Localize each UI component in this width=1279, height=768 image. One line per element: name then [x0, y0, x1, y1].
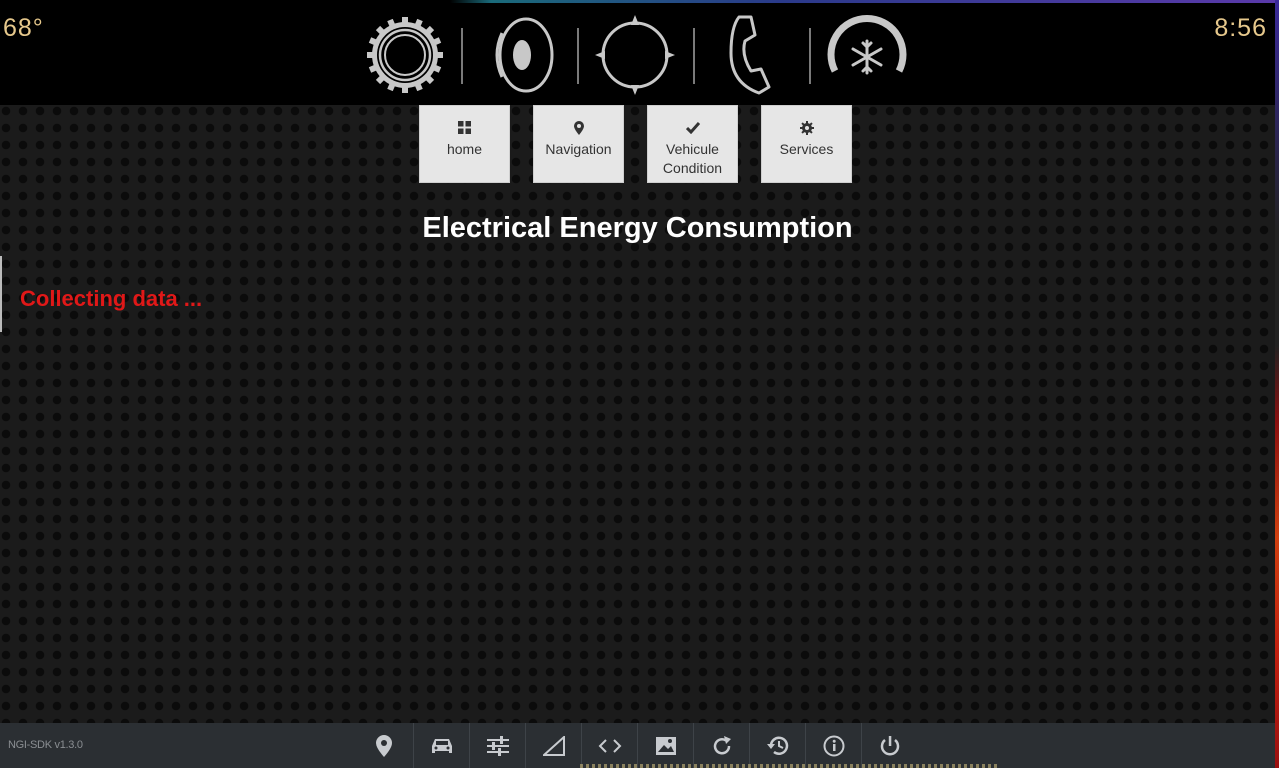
history-icon[interactable] — [749, 723, 805, 768]
bottom-toolbar: NGI-SDK v1.3.0 — [0, 723, 1275, 768]
map-marker-icon — [534, 121, 623, 137]
audio-speaker-icon[interactable] — [474, 10, 564, 100]
settings-dial-icon[interactable] — [360, 10, 450, 100]
navigation-compass-icon[interactable] — [590, 10, 680, 100]
icon-separator — [809, 28, 811, 84]
phone-icon[interactable] — [706, 10, 796, 100]
sliders-icon[interactable] — [469, 723, 525, 768]
page-title: Electrical Energy Consumption — [422, 212, 853, 244]
info-icon[interactable] — [805, 723, 861, 768]
icon-separator — [461, 28, 463, 84]
nav-services-label: Services — [779, 141, 834, 157]
car-icon[interactable] — [413, 723, 469, 768]
location-pin-icon[interactable] — [356, 723, 411, 768]
grid-icon — [420, 121, 509, 137]
signal-icon[interactable] — [525, 723, 581, 768]
power-icon[interactable] — [861, 723, 917, 768]
nav-services-button[interactable]: Services — [761, 105, 852, 183]
window-edge-glow — [1275, 0, 1279, 768]
outside-temperature: 68° — [3, 14, 44, 42]
clock: 8:56 — [1214, 14, 1267, 42]
icon-separator — [577, 28, 579, 84]
status-message: Collecting data ... — [20, 286, 203, 311]
nav-home-label: home — [446, 141, 483, 157]
refresh-icon[interactable] — [693, 723, 749, 768]
code-icon[interactable] — [581, 723, 637, 768]
sdk-version: NGI-SDK v1.3.0 — [8, 739, 83, 751]
top-status-bar: 68° 8:56 — [0, 0, 1275, 105]
loading-indicator — [580, 764, 1000, 768]
nav-navigation-button[interactable]: Navigation — [533, 105, 624, 183]
checkmark-icon — [648, 121, 737, 137]
main-content-area — [0, 105, 1275, 723]
nav-vehicle-condition-button[interactable]: Vehicule Condition — [647, 105, 738, 183]
nav-navigation-label: Navigation — [545, 141, 612, 157]
nav-vehicle-condition-label-2: Condition — [662, 160, 723, 176]
gear-icon — [762, 121, 851, 137]
climate-snowflake-icon[interactable] — [822, 10, 912, 100]
icon-separator — [693, 28, 695, 84]
image-icon[interactable] — [637, 723, 693, 768]
top-accent-glow — [450, 0, 1275, 3]
nav-home-button[interactable]: home — [419, 105, 510, 183]
nav-vehicle-condition-label-1: Vehicule — [666, 141, 719, 157]
